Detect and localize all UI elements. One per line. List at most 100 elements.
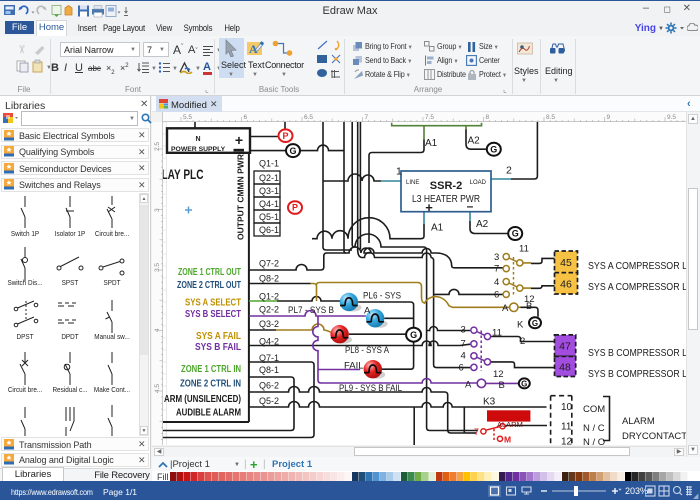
- svg-text:Q3-2: Q3-2: [259, 319, 279, 329]
- svg-text:6.5: 6.5: [304, 114, 313, 121]
- svg-text:ALARM: ALARM: [622, 416, 655, 427]
- svg-text:LAY PLC: LAY PLC: [163, 167, 204, 182]
- svg-text:7: 7: [494, 264, 499, 275]
- svg-text:LOAD: LOAD: [470, 180, 487, 186]
- svg-text:K: K: [517, 320, 524, 331]
- svg-text:Q3-1: Q3-1: [259, 186, 279, 196]
- svg-text:B: B: [499, 380, 505, 391]
- svg-text:AUDIBLE ALARM: AUDIBLE ALARM: [176, 407, 241, 418]
- svg-text:Q7-2: Q7-2: [259, 259, 279, 269]
- svg-text:4: 4: [461, 351, 466, 362]
- svg-text:4: 4: [154, 328, 161, 332]
- svg-text:7: 7: [474, 427, 479, 437]
- svg-text:9: 9: [607, 114, 611, 121]
- svg-text:ZONE 1 CTRL OUT: ZONE 1 CTRL OUT: [178, 267, 241, 278]
- svg-text:8: 8: [486, 114, 490, 121]
- svg-text:Q1-2: Q1-2: [259, 292, 279, 302]
- svg-text:Q1-1: Q1-1: [259, 159, 279, 169]
- svg-text:1: 1: [396, 166, 402, 178]
- svg-text:G: G: [289, 146, 296, 156]
- svg-text:6: 6: [459, 363, 464, 374]
- svg-text:9.5: 9.5: [667, 114, 676, 121]
- svg-text:3: 3: [154, 208, 161, 212]
- svg-text:COM: COM: [583, 404, 605, 415]
- svg-text:ZONE 2 CTRL OUT: ZONE 2 CTRL OUT: [177, 280, 241, 291]
- svg-text:G: G: [410, 330, 417, 340]
- svg-text:ALARM: ALARM: [497, 420, 523, 429]
- svg-text:11: 11: [561, 421, 572, 432]
- svg-text:A: A: [364, 306, 371, 317]
- svg-text:Q5-2: Q5-2: [259, 396, 279, 406]
- svg-text:Q2-2: Q2-2: [259, 305, 279, 315]
- svg-text:G: G: [521, 380, 527, 389]
- svg-text:6: 6: [494, 290, 499, 301]
- svg-text:Q7-1: Q7-1: [259, 353, 279, 363]
- svg-text:PL8 - SYS A: PL8 - SYS A: [345, 345, 390, 356]
- svg-text:2.5: 2.5: [154, 142, 161, 151]
- svg-text:47: 47: [559, 341, 571, 353]
- svg-text:6: 6: [244, 114, 248, 121]
- svg-text:N: N: [195, 136, 200, 143]
- svg-text:SYS A FAIL: SYS A FAIL: [196, 331, 241, 342]
- svg-text:G: G: [490, 144, 497, 154]
- svg-text:SYS A COMPRESSOR L: SYS A COMPRESSOR L: [588, 260, 686, 272]
- svg-text:12: 12: [561, 437, 573, 446]
- svg-text:P: P: [292, 203, 298, 213]
- svg-text:45: 45: [560, 257, 572, 269]
- svg-text:ARM (UNSILENCED): ARM (UNSILENCED): [164, 394, 241, 405]
- svg-text:PL6 - SYS: PL6 - SYS: [363, 291, 401, 302]
- svg-text:ZONE 2 CTRL IN: ZONE 2 CTRL IN: [180, 378, 241, 389]
- svg-text:5.5: 5.5: [183, 114, 192, 121]
- svg-text:B: B: [526, 301, 532, 312]
- svg-text:+: +: [425, 200, 433, 215]
- svg-text:SYS A COMPRESSOR L: SYS A COMPRESSOR L: [588, 281, 686, 293]
- svg-text:7: 7: [365, 114, 369, 121]
- svg-text:G: G: [532, 319, 538, 328]
- svg-text:2: 2: [506, 165, 512, 177]
- svg-text:SYS B FAIL: SYS B FAIL: [195, 342, 241, 353]
- svg-text:OUTPUT CMMN PWR: OUTPUT CMMN PWR: [236, 154, 246, 240]
- svg-text:4: 4: [494, 277, 499, 288]
- svg-text:DRYCONTACT: DRYCONTACT: [622, 431, 686, 442]
- svg-text:SYS B COMPRESSOR L: SYS B COMPRESSOR L: [588, 368, 686, 380]
- svg-text:+: +: [235, 132, 243, 148]
- svg-text:11: 11: [519, 244, 529, 255]
- svg-text:G: G: [512, 229, 519, 239]
- svg-text:FAIL: FAIL: [344, 360, 364, 371]
- svg-text:PL7 - SYS B: PL7 - SYS B: [288, 305, 334, 316]
- svg-text:POWER SUPPLY: POWER SUPPLY: [171, 146, 226, 153]
- svg-text:Q8-1: Q8-1: [259, 365, 279, 375]
- svg-text:A: A: [502, 303, 509, 314]
- svg-text:A: A: [465, 379, 472, 390]
- svg-text:7.5: 7.5: [425, 114, 434, 121]
- svg-text:Q2-1: Q2-1: [259, 173, 279, 183]
- svg-text:Q5-1: Q5-1: [259, 212, 279, 222]
- svg-text:A1: A1: [431, 223, 444, 234]
- svg-text:SYS B COMPRESSOR L: SYS B COMPRESSOR L: [588, 347, 686, 359]
- svg-text:LINE: LINE: [406, 180, 419, 186]
- svg-text:Q8-2: Q8-2: [259, 274, 279, 284]
- svg-text:Q4-2: Q4-2: [259, 337, 279, 347]
- svg-text:–: –: [467, 199, 474, 213]
- svg-text:SSR-2: SSR-2: [430, 180, 462, 192]
- svg-text:4.5: 4.5: [154, 384, 161, 393]
- svg-text:11: 11: [492, 328, 502, 339]
- svg-text:3: 3: [494, 252, 499, 263]
- svg-text:SYS A SELECT: SYS A SELECT: [185, 297, 241, 308]
- svg-text:46: 46: [560, 279, 572, 291]
- svg-text:P: P: [282, 131, 288, 141]
- svg-text:SYS B SELECT: SYS B SELECT: [185, 309, 241, 320]
- svg-text:A1: A1: [425, 138, 438, 149]
- svg-text:10: 10: [561, 402, 573, 413]
- svg-text:8.5: 8.5: [546, 114, 555, 121]
- svg-text:Q6-2: Q6-2: [259, 381, 279, 391]
- svg-text:N / O: N / O: [583, 437, 605, 445]
- svg-text:48: 48: [559, 362, 571, 374]
- svg-text:Q6-1: Q6-1: [259, 225, 279, 235]
- svg-text:Q4-1: Q4-1: [259, 199, 279, 209]
- svg-text:3: 3: [461, 325, 466, 336]
- svg-text:M: M: [504, 435, 511, 445]
- svg-text:A2: A2: [468, 136, 481, 147]
- svg-text:A2: A2: [476, 219, 489, 230]
- svg-text:PL9 - SYS B FAIL: PL9 - SYS B FAIL: [339, 383, 402, 394]
